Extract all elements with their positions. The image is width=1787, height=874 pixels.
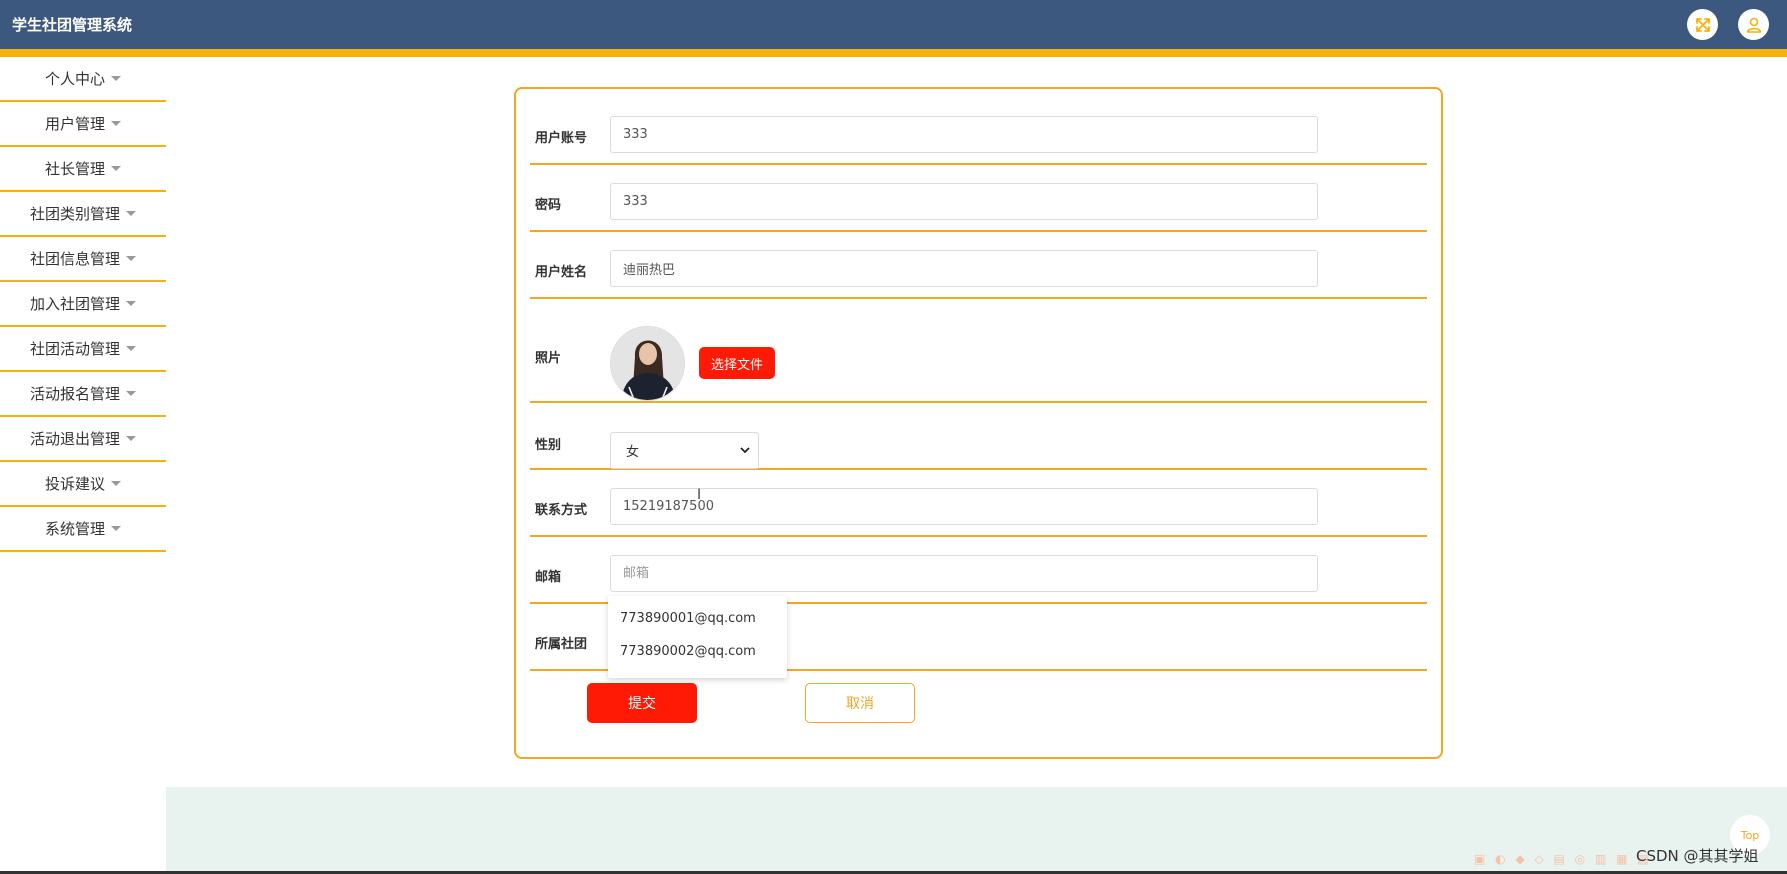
phone-input[interactable] bbox=[610, 488, 1318, 525]
sidebar-item-activity-exit[interactable]: 活动退出管理 bbox=[0, 417, 166, 462]
sidebar-item-join-club[interactable]: 加入社团管理 bbox=[0, 282, 166, 327]
caret-down-icon bbox=[126, 391, 136, 396]
club-label: 所属社团 bbox=[535, 637, 588, 652]
name-input[interactable] bbox=[610, 250, 1318, 287]
sidebar-item-label: 投诉建议 bbox=[44, 475, 105, 493]
sidebar-item-label: 社长管理 bbox=[44, 160, 105, 178]
choose-file-button[interactable]: 选择文件 bbox=[699, 347, 775, 379]
watermark-text: CSDN @其其学姐 bbox=[1636, 847, 1759, 865]
sidebar-item-activity-signup[interactable]: 活动报名管理 bbox=[0, 372, 166, 417]
watermark-toolbar-icons: ▣ ◐ ◆ ◇ ▤ ◎ ▥ ▦ ▧ bbox=[1474, 852, 1652, 866]
caret-down-icon bbox=[111, 526, 121, 531]
form-row-password: 密码 bbox=[530, 173, 1427, 232]
name-label: 用户姓名 bbox=[535, 265, 588, 280]
email-suggestion-option[interactable]: 773890002@qq.com bbox=[608, 635, 787, 668]
sidebar-item-club-info[interactable]: 社团信息管理 bbox=[0, 237, 166, 282]
fullscreen-arrows-icon bbox=[1695, 17, 1710, 32]
sidebar-item-label: 活动退出管理 bbox=[29, 430, 120, 448]
caret-down-icon bbox=[126, 436, 136, 441]
caret-down-icon bbox=[126, 211, 136, 216]
account-input[interactable] bbox=[610, 116, 1318, 153]
photo-label: 照片 bbox=[535, 351, 562, 366]
caret-down-icon bbox=[111, 76, 121, 81]
sidebar-item-club-category[interactable]: 社团类别管理 bbox=[0, 192, 166, 237]
sidebar-item-label: 用户管理 bbox=[44, 115, 105, 133]
chevron-down-icon bbox=[740, 447, 750, 454]
avatar-photo-icon bbox=[611, 327, 684, 400]
sidebar-item-label: 社团信息管理 bbox=[29, 250, 120, 268]
submit-button[interactable]: 提交 bbox=[587, 683, 697, 723]
caret-down-icon bbox=[126, 301, 136, 306]
form-row-gender: 性别 女 bbox=[530, 411, 1427, 470]
form-row-name: 用户姓名 bbox=[530, 240, 1427, 299]
email-label: 邮箱 bbox=[535, 570, 562, 585]
cancel-button[interactable]: 取消 bbox=[805, 683, 915, 723]
gender-label: 性别 bbox=[535, 438, 562, 453]
text-cursor-icon: I bbox=[697, 487, 702, 503]
form-row-photo: 照片 选择文件 bbox=[530, 307, 1427, 403]
email-autocomplete-dropdown: 773890001@qq.com 773890002@qq.com bbox=[608, 596, 787, 678]
sidebar-item-label: 社团类别管理 bbox=[29, 205, 120, 223]
header-stripe bbox=[0, 49, 1787, 57]
app-title: 学生社团管理系统 bbox=[12, 16, 133, 34]
top-navbar: 学生社团管理系统 bbox=[0, 0, 1787, 49]
user-icon bbox=[1746, 17, 1761, 33]
email-suggestion-option[interactable]: 773890001@qq.com bbox=[608, 602, 787, 635]
caret-down-icon bbox=[111, 481, 121, 486]
caret-down-icon bbox=[126, 256, 136, 261]
sidebar-item-label: 系统管理 bbox=[44, 520, 105, 538]
email-input[interactable] bbox=[610, 555, 1318, 592]
sidebar-item-complaints[interactable]: 投诉建议 bbox=[0, 462, 166, 507]
sidebar-item-system[interactable]: 系统管理 bbox=[0, 507, 166, 552]
password-label: 密码 bbox=[535, 198, 562, 213]
sidebar: 个人中心 用户管理 社长管理 社团类别管理 社团信息管理 加入社团管理 社团活动… bbox=[0, 57, 166, 552]
gender-select-value: 女 bbox=[626, 445, 640, 460]
caret-down-icon bbox=[111, 166, 121, 171]
sidebar-item-label: 个人中心 bbox=[44, 70, 105, 88]
phone-label: 联系方式 bbox=[535, 503, 588, 518]
sidebar-item-personal-center[interactable]: 个人中心 bbox=[0, 57, 166, 102]
password-input[interactable] bbox=[610, 183, 1318, 220]
sidebar-item-label: 社团活动管理 bbox=[29, 340, 120, 358]
account-label: 用户账号 bbox=[535, 131, 588, 146]
sidebar-item-label: 加入社团管理 bbox=[29, 295, 120, 313]
sidebar-item-label: 活动报名管理 bbox=[29, 385, 120, 403]
sidebar-item-user-management[interactable]: 用户管理 bbox=[0, 102, 166, 147]
form-row-account: 用户账号 bbox=[530, 106, 1427, 165]
form-row-phone: 联系方式 bbox=[530, 478, 1427, 537]
fullscreen-button[interactable] bbox=[1687, 9, 1718, 40]
sidebar-item-club-activity[interactable]: 社团活动管理 bbox=[0, 327, 166, 372]
user-menu-button[interactable] bbox=[1738, 9, 1769, 40]
caret-down-icon bbox=[126, 346, 136, 351]
caret-down-icon bbox=[111, 121, 121, 126]
avatar bbox=[610, 326, 685, 401]
sidebar-item-president-management[interactable]: 社长管理 bbox=[0, 147, 166, 192]
gender-select[interactable]: 女 bbox=[610, 432, 759, 469]
